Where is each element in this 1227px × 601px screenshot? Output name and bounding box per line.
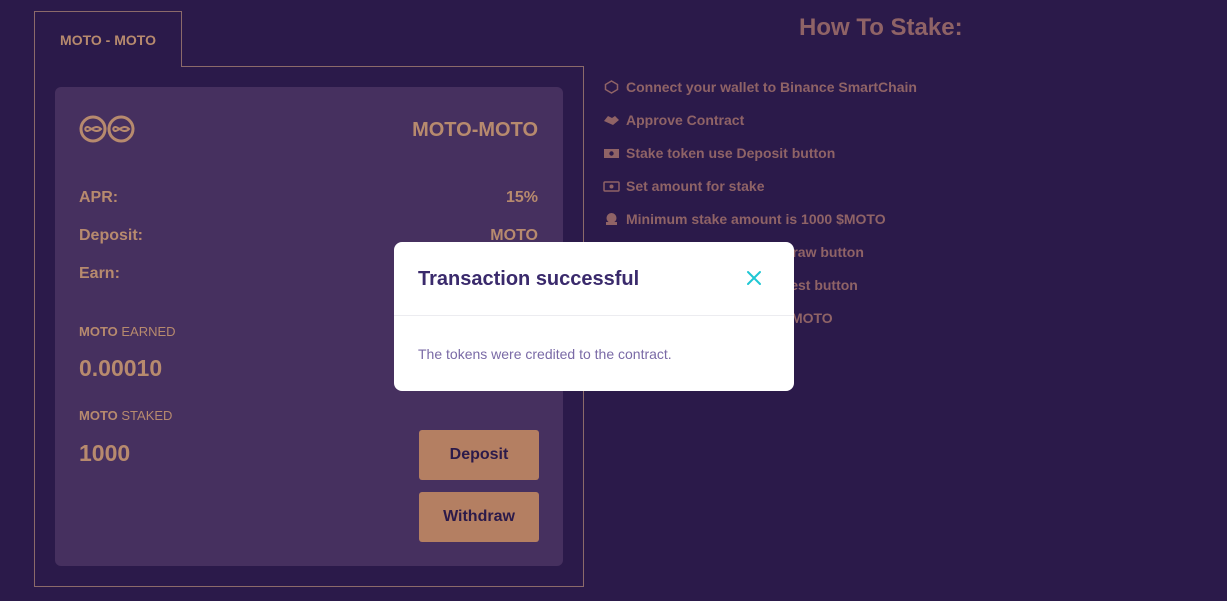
- modal-message: The tokens were credited to the contract…: [418, 346, 672, 362]
- transaction-modal: Transaction successful The tokens were c…: [394, 242, 794, 391]
- modal-header: Transaction successful: [394, 242, 794, 316]
- close-icon[interactable]: [744, 268, 764, 288]
- modal-title: Transaction successful: [418, 268, 640, 290]
